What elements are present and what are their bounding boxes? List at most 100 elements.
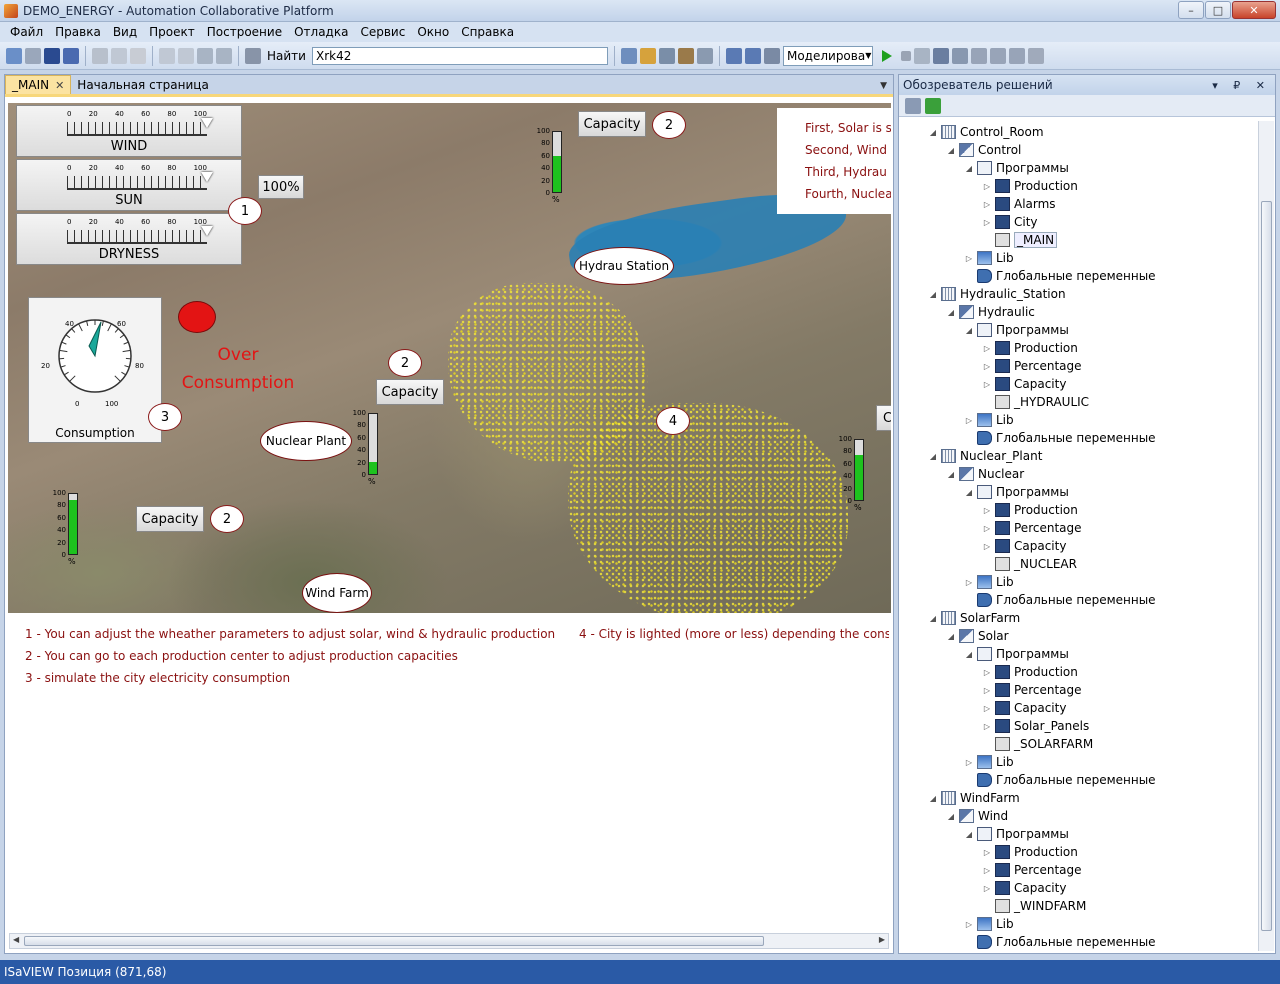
menu-tools[interactable]: Сервис	[354, 25, 411, 39]
tree-item[interactable]: ▷ Capacity	[981, 537, 1066, 555]
tree-item[interactable]: ◢ WindFarm	[927, 789, 1020, 807]
add-item-icon[interactable]	[25, 47, 41, 64]
tree-item[interactable]: ◢ Control_Room	[927, 123, 1044, 141]
tree-item[interactable]: ▷ Percentage	[981, 519, 1082, 537]
scada-canvas[interactable]: 0 20 40 60 80 100 WIND 0 20 40 60 80 100	[8, 103, 891, 613]
expand-arrow-icon[interactable]: ◢	[927, 614, 939, 623]
tree-item[interactable]: ◢ Nuclear_Plant	[927, 447, 1042, 465]
expand-arrow-icon[interactable]: ◢	[945, 632, 957, 641]
expand-arrow-icon[interactable]: ◢	[963, 650, 975, 659]
stop-icon[interactable]	[900, 50, 911, 61]
expand-arrow-icon[interactable]: ▷	[981, 362, 993, 371]
tree-item[interactable]: Глобальные переменные	[963, 267, 1156, 285]
expand-arrow-icon[interactable]: ▷	[981, 704, 993, 713]
expand-arrow-icon[interactable]: ◢	[927, 290, 939, 299]
tree-item[interactable]: ◢ Hydraulic_Station	[927, 285, 1066, 303]
expand-arrow-icon[interactable]: ▷	[963, 254, 975, 263]
tree-item[interactable]: Глобальные переменные	[963, 591, 1156, 609]
expand-arrow-icon[interactable]: ▷	[963, 578, 975, 587]
slider-knob[interactable]	[201, 226, 213, 236]
tree-item[interactable]: ◢ Программы	[963, 483, 1069, 501]
scrollbar-thumb[interactable]	[1261, 201, 1272, 931]
tree-item[interactable]: Глобальные переменные	[963, 933, 1156, 951]
minimize-button[interactable]: –	[1178, 1, 1204, 19]
step-over-icon[interactable]	[932, 47, 949, 64]
tree-item[interactable]: ◢ Wind	[945, 807, 1008, 825]
expand-arrow-icon[interactable]: ◢	[927, 128, 939, 137]
dryness-slider[interactable]: 0 20 40 60 80 100 DRYNESS	[16, 213, 242, 265]
tree-item[interactable]: ◢ Solar	[945, 627, 1009, 645]
save-icon[interactable]	[44, 47, 60, 64]
tree-item[interactable]: ▷ Percentage	[981, 357, 1082, 375]
paste-icon[interactable]	[130, 47, 146, 64]
percent-button[interactable]: 100%	[258, 175, 304, 199]
tree-item[interactable]: ▷ Lib	[963, 411, 1014, 429]
scroll-left-icon[interactable]: ◀	[13, 935, 19, 944]
panel-controls[interactable]: ▾ ₽ ✕	[1212, 79, 1271, 92]
menu-project[interactable]: Проект	[143, 25, 201, 39]
tree-item[interactable]: Глобальные переменные	[963, 429, 1156, 447]
tree-item[interactable]: _SOLARFARM	[981, 735, 1093, 753]
tree-item[interactable]: ▷ Percentage	[981, 861, 1082, 879]
expand-arrow-icon[interactable]: ◢	[963, 830, 975, 839]
tree-item[interactable]: ▷ Production	[981, 339, 1078, 357]
watch-icon[interactable]	[989, 47, 1006, 64]
tree-item[interactable]: Глобальные переменные	[963, 771, 1156, 789]
tree-item[interactable]: ▷ Capacity	[981, 699, 1066, 717]
expand-arrow-icon[interactable]: ◢	[963, 488, 975, 497]
properties-icon[interactable]	[905, 97, 921, 114]
tree-item[interactable]: _NUCLEAR	[981, 555, 1077, 573]
find-input[interactable]	[311, 46, 608, 65]
tree-item[interactable]: ▷ Production	[981, 177, 1078, 195]
scrollbar-thumb[interactable]	[24, 936, 764, 946]
navigate-back-icon[interactable]	[197, 47, 213, 64]
tree-item[interactable]: ▷ Capacity	[981, 879, 1066, 897]
tree-item[interactable]: ▷ City	[981, 213, 1038, 231]
tab-main[interactable]: _MAIN ✕	[5, 75, 72, 94]
expand-arrow-icon[interactable]: ▷	[981, 884, 993, 893]
rebuild-icon[interactable]	[744, 47, 761, 64]
tree-item[interactable]: ◢ Control	[945, 141, 1021, 159]
menu-edit[interactable]: Правка	[49, 25, 107, 39]
deploy-icon[interactable]	[763, 47, 780, 64]
nuclear-plant-bubble[interactable]: Nuclear Plant	[260, 421, 352, 461]
tree-item[interactable]: ▷ Production	[981, 843, 1078, 861]
scroll-right-icon[interactable]: ▶	[879, 935, 885, 944]
horizontal-scrollbar[interactable]: ◀ ▶	[9, 933, 889, 949]
menu-build[interactable]: Построение	[201, 25, 288, 39]
consumption-gauge[interactable]: 20 40 60 80 0 100 Consumption	[28, 297, 162, 443]
expand-arrow-icon[interactable]: ▷	[981, 380, 993, 389]
expand-arrow-icon[interactable]: ▷	[981, 506, 993, 515]
menu-help[interactable]: Справка	[455, 25, 520, 39]
wind-slider[interactable]: 0 20 40 60 80 100 WIND	[16, 105, 242, 157]
tree-item[interactable]: ▷ Capacity	[981, 375, 1066, 393]
menu-debug[interactable]: Отладка	[288, 25, 354, 39]
expand-arrow-icon[interactable]: ▷	[981, 722, 993, 731]
cut-icon[interactable]	[92, 47, 108, 64]
refresh-icon[interactable]	[925, 97, 941, 114]
solution-explorer-icon[interactable]	[639, 47, 656, 64]
copy-icon[interactable]	[111, 47, 127, 64]
expand-arrow-icon[interactable]: ▷	[963, 758, 975, 767]
expand-arrow-icon[interactable]: ◢	[945, 308, 957, 317]
locals-icon[interactable]	[1008, 47, 1025, 64]
tab-close-icon[interactable]: ✕	[55, 79, 64, 92]
tree-item[interactable]: ◢ Программы	[963, 825, 1069, 843]
tree-item[interactable]: ◢ SolarFarm	[927, 609, 1020, 627]
hydrau-station-bubble[interactable]: Hydrau Station	[574, 247, 674, 285]
vertical-scrollbar[interactable]	[1258, 121, 1274, 951]
step-out-icon[interactable]	[951, 47, 968, 64]
tree-item[interactable]: ▷ Alarms	[981, 195, 1056, 213]
expand-arrow-icon[interactable]: ▷	[963, 416, 975, 425]
tree-item[interactable]: ▷ Lib	[963, 753, 1014, 771]
mode-select[interactable]: Моделирова ▼	[782, 45, 873, 66]
expand-arrow-icon[interactable]: ▷	[981, 686, 993, 695]
tab-start-page[interactable]: Начальная страница	[71, 75, 215, 94]
slider-knob[interactable]	[201, 118, 213, 128]
expand-arrow-icon[interactable]: ▷	[981, 542, 993, 551]
redo-icon[interactable]	[178, 47, 194, 64]
tree-item[interactable]: ▷ Percentage	[981, 681, 1082, 699]
expand-arrow-icon[interactable]: ◢	[945, 146, 957, 155]
solar-capacity-button[interactable]: C	[876, 405, 891, 431]
run-icon[interactable]	[881, 49, 892, 62]
